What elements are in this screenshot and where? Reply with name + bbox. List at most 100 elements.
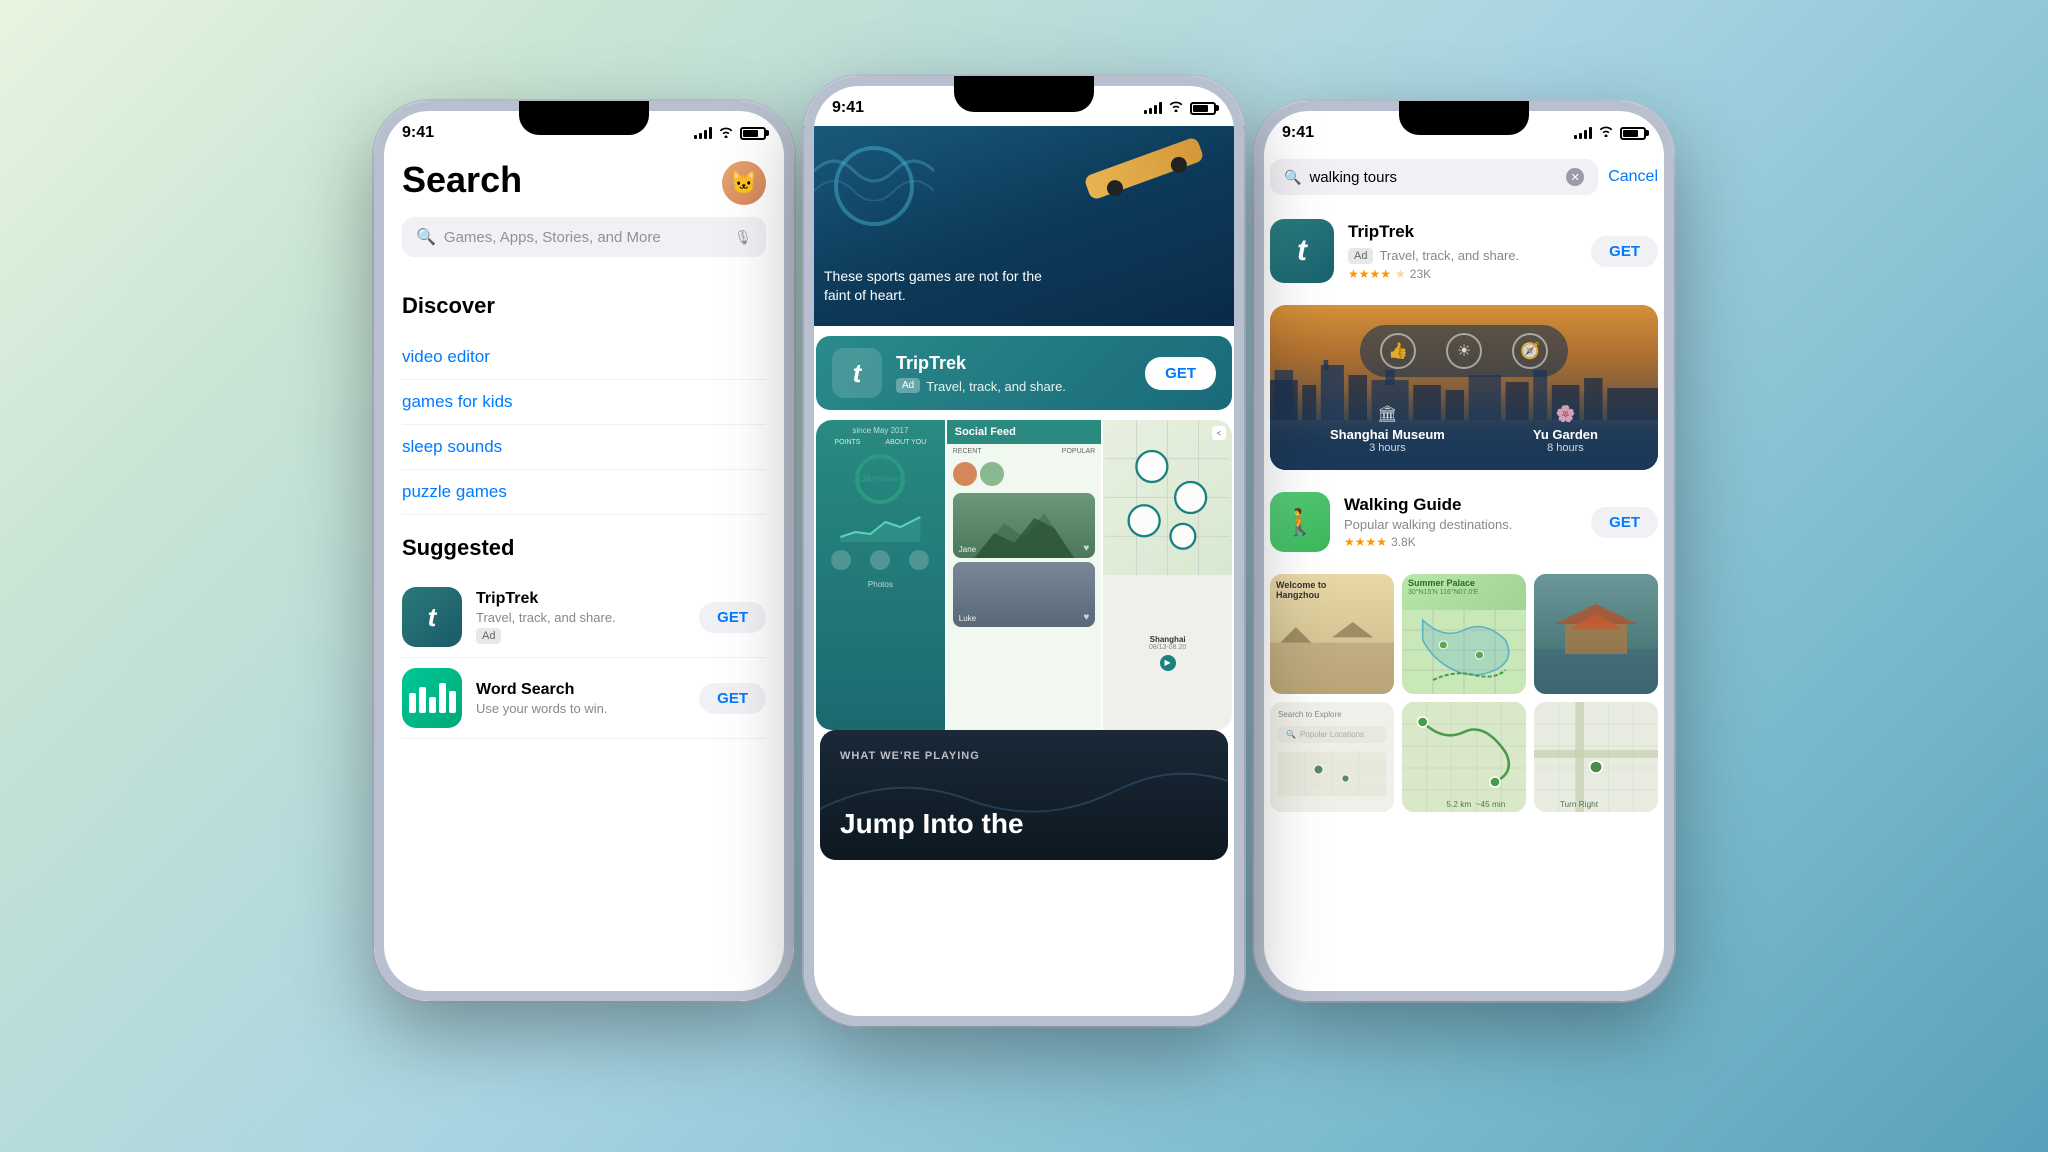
left-phone: 9:41 Search 🐱 bbox=[374, 101, 794, 1001]
center-notch bbox=[954, 76, 1094, 112]
triptrek-get-btn[interactable]: GET bbox=[699, 602, 766, 633]
right-notch bbox=[1399, 101, 1529, 135]
screenshot-col-1: since May 2017 POINTSABOUT YOU 13kFollow… bbox=[816, 420, 945, 730]
svg-text:5.2 km: 5.2 km bbox=[1446, 800, 1471, 809]
app-item-wordsearch[interactable]: Word Search Use your words to win. GET bbox=[402, 658, 766, 739]
center-triptrek-icon: t bbox=[832, 348, 882, 398]
right-search-icon: 🔍 bbox=[1284, 169, 1301, 186]
svg-text:Turn Right: Turn Right bbox=[1560, 800, 1599, 809]
triptrek-result-ad: Ad bbox=[1348, 248, 1373, 264]
triptrek-result-name: TripTrek bbox=[1348, 222, 1577, 242]
cancel-search-btn[interactable]: Cancel bbox=[1608, 168, 1658, 186]
yu-garden-hours: 8 hours bbox=[1533, 442, 1598, 454]
thumbnails-grid: Welcome to Hangzhou Summer Palace 30°N15… bbox=[1270, 574, 1658, 694]
right-phone: 9:41 🔍 walking tours ✕ Cancel bbox=[1254, 101, 1674, 1001]
screenshots-preview: since May 2017 POINTSABOUT YOU 13kFollow… bbox=[816, 420, 1232, 730]
center-triptrek-card[interactable]: t TripTrek Ad Travel, track, and share. … bbox=[816, 336, 1232, 410]
search-bar[interactable]: 🔍 Games, Apps, Stories, and More 🎙 bbox=[402, 217, 766, 257]
thumb-route-map[interactable]: 5.2 km ~45 min bbox=[1402, 702, 1526, 812]
walking-guide-info: Walking Guide Popular walking destinatio… bbox=[1344, 495, 1577, 549]
app-item-triptrek[interactable]: t TripTrek Travel, track, and share. Ad … bbox=[402, 577, 766, 658]
discover-item-2[interactable]: games for kids bbox=[402, 380, 766, 425]
shanghai-museum-place: 🏛 Shanghai Museum 3 hours bbox=[1330, 404, 1445, 454]
walking-guide-icon: 🚶 bbox=[1270, 492, 1330, 552]
triptrek-ad-badge: Ad bbox=[476, 628, 501, 644]
triptrek-info: TripTrek Travel, track, and share. Ad bbox=[476, 590, 685, 644]
hero-banner-text: These sports games are not for the faint… bbox=[824, 267, 1044, 306]
center-time: 9:41 bbox=[832, 99, 864, 117]
thumb-map-detail[interactable]: Turn Right bbox=[1534, 702, 1658, 812]
thumbnails-grid-2: Search to Explore 🔍 Popular Locations bbox=[1270, 702, 1658, 812]
shanghai-museum-name: Shanghai Museum bbox=[1330, 427, 1445, 442]
clear-search-btn[interactable]: ✕ bbox=[1566, 168, 1584, 186]
featured-overlay: 🏛 Shanghai Museum 3 hours 🌸 Yu Garden 8 … bbox=[1270, 388, 1658, 470]
center-app-card: t TripTrek Ad Travel, track, and share. … bbox=[816, 336, 1232, 410]
screenshot-col-2: Social Feed RECENTPOPULAR Jane ♥ bbox=[947, 420, 1102, 730]
center-wifi-icon bbox=[1168, 99, 1184, 117]
search-icon: 🔍 bbox=[416, 227, 436, 247]
featured-banner: 👍 ☀ 🧭 bbox=[1270, 305, 1658, 470]
thumb-search-explore[interactable]: Search to Explore 🔍 Popular Locations bbox=[1270, 702, 1394, 812]
center-triptrek-info: TripTrek Ad Travel, track, and share. bbox=[896, 353, 1131, 394]
wordsearch-desc: Use your words to win. bbox=[476, 701, 685, 716]
discover-title: Discover bbox=[402, 293, 766, 319]
suggested-title: Suggested bbox=[402, 535, 766, 561]
center-triptrek-name: TripTrek bbox=[896, 353, 1131, 374]
discover-item-4[interactable]: puzzle games bbox=[402, 470, 766, 515]
triptrek-result-get-btn[interactable]: GET bbox=[1591, 236, 1658, 267]
wordsearch-get-btn[interactable]: GET bbox=[699, 683, 766, 714]
right-time: 9:41 bbox=[1282, 124, 1314, 142]
walk-icon: 🚶 bbox=[1284, 507, 1316, 538]
walking-guide-get-btn[interactable]: GET bbox=[1591, 507, 1658, 538]
discover-item-1[interactable]: video editor bbox=[402, 335, 766, 380]
screenshot-col-3: < Shanghai 08/13-08.20 ▶ bbox=[1103, 420, 1232, 730]
thumb-summer-palace-map[interactable]: Summer Palace 30°N15'N 116°N07.0'E bbox=[1402, 574, 1526, 694]
center-triptrek-ad: Ad Travel, track, and share. bbox=[896, 377, 1066, 394]
discover-section: Discover video editor games for kids sle… bbox=[374, 293, 794, 515]
left-time: 9:41 bbox=[402, 124, 434, 142]
center-get-btn[interactable]: GET bbox=[1145, 357, 1216, 390]
hero-text: These sports games are not for the faint… bbox=[824, 267, 1044, 306]
what-playing-title: Jump Into the bbox=[840, 808, 1024, 840]
search-input-filled[interactable]: 🔍 walking tours ✕ bbox=[1270, 159, 1598, 195]
search-input-value: walking tours bbox=[1309, 169, 1558, 186]
what-playing-banner: WHAT WE'RE PLAYING Jump Into the bbox=[820, 730, 1228, 860]
svg-text:~45 min: ~45 min bbox=[1476, 800, 1506, 809]
battery-icon bbox=[740, 127, 766, 140]
thumb-welcome[interactable]: Welcome to Hangzhou bbox=[1270, 574, 1394, 694]
suggested-section: Suggested t TripTrek Travel, track, and … bbox=[374, 535, 794, 739]
yu-garden-name: Yu Garden bbox=[1533, 427, 1598, 442]
right-battery-icon bbox=[1620, 127, 1646, 140]
yu-garden-place: 🌸 Yu Garden 8 hours bbox=[1533, 404, 1598, 454]
walking-guide-name: Walking Guide bbox=[1344, 495, 1577, 515]
search-placeholder: Games, Apps, Stories, and More bbox=[444, 229, 726, 246]
triptrek-icon: t bbox=[402, 587, 462, 647]
left-screen: Search 🐱 🔍 Games, Apps, Stories, and Mor… bbox=[374, 151, 794, 1001]
center-status-icons bbox=[1144, 99, 1216, 117]
triptrek-name: TripTrek bbox=[476, 590, 685, 608]
wifi-icon bbox=[718, 126, 734, 141]
phones-container: 9:41 Search 🐱 bbox=[324, 51, 1724, 1101]
walking-guide-item[interactable]: 🚶 Walking Guide Popular walking destinat… bbox=[1254, 480, 1674, 564]
right-signal-icon bbox=[1574, 127, 1592, 139]
mic-icon: 🎙 bbox=[734, 229, 752, 246]
thumb-summer-palace-photo[interactable]: SummerPalace bbox=[1534, 574, 1658, 694]
walking-guide-reviews: 3.8K bbox=[1391, 535, 1416, 549]
wordsearch-icon bbox=[402, 668, 462, 728]
signal-icon bbox=[694, 127, 712, 139]
shanghai-museum-hours: 3 hours bbox=[1330, 442, 1445, 454]
right-status-icons bbox=[1574, 124, 1646, 142]
triptrek-result-desc: Travel, track, and share. bbox=[1379, 248, 1519, 263]
triptrek-reviews: 23K bbox=[1410, 267, 1431, 281]
triptrek-result[interactable]: t TripTrek Ad Travel, track, and share. … bbox=[1254, 207, 1674, 295]
triptrek-result-info: TripTrek Ad Travel, track, and share. ★★… bbox=[1348, 222, 1577, 281]
center-phone: 9:41 bbox=[804, 76, 1244, 1026]
wordsearch-info: Word Search Use your words to win. bbox=[476, 681, 685, 716]
discover-item-3[interactable]: sleep sounds bbox=[402, 425, 766, 470]
center-battery-icon bbox=[1190, 102, 1216, 115]
search-results-header: 🔍 walking tours ✕ Cancel bbox=[1254, 151, 1674, 207]
triptrek-desc: Travel, track, and share. bbox=[476, 610, 685, 625]
right-wifi-icon bbox=[1598, 124, 1614, 142]
triptrek-result-icon: t bbox=[1270, 219, 1334, 283]
center-triptrek-desc: Travel, track, and share. bbox=[926, 379, 1066, 394]
